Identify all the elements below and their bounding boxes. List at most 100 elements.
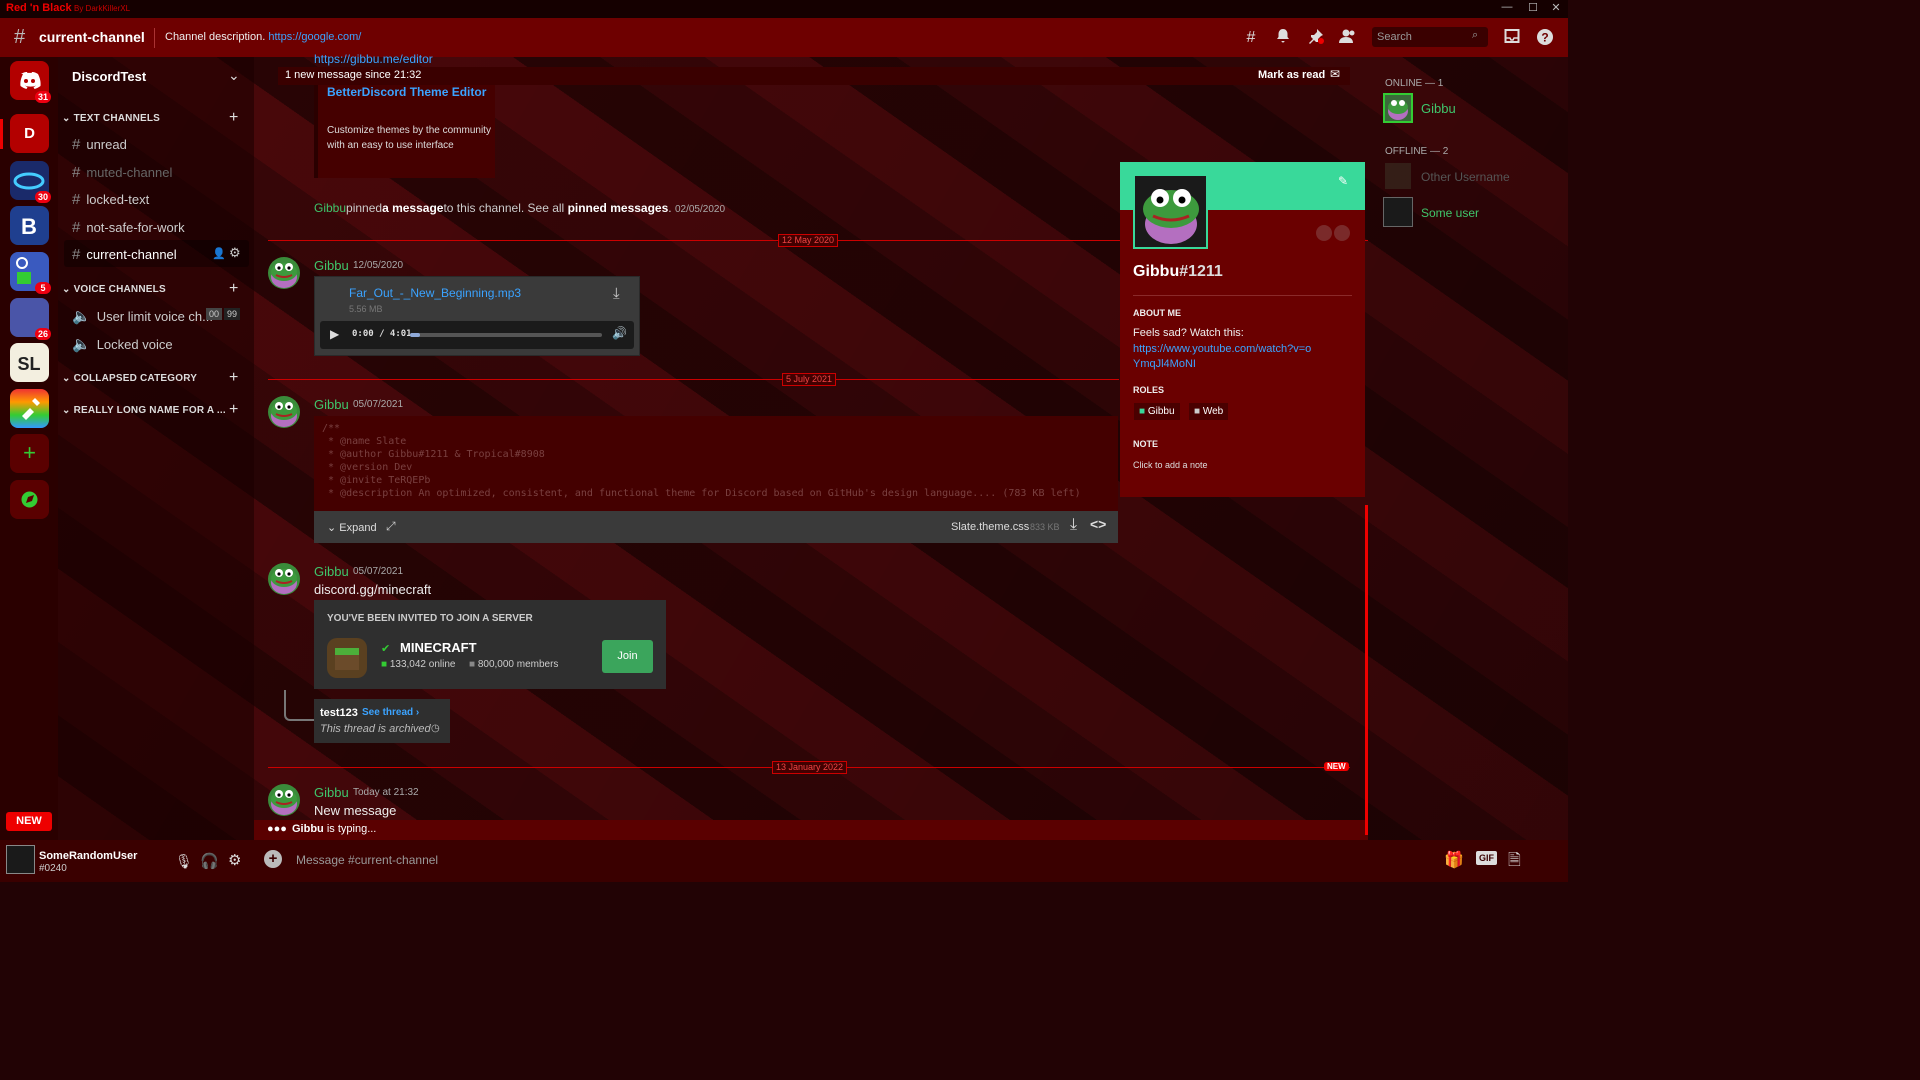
add-channel-icon[interactable]: +: [229, 109, 238, 127]
avatar[interactable]: [268, 784, 300, 816]
member-avatar[interactable]: [1383, 93, 1413, 123]
member-list-icon[interactable]: [1338, 28, 1358, 48]
home-button[interactable]: 31: [10, 61, 51, 103]
inbox-icon[interactable]: [1502, 28, 1522, 48]
invite-icon[interactable]: 👤: [212, 247, 226, 260]
server-gradient[interactable]: 30: [10, 161, 51, 203]
server-bd[interactable]: B: [10, 206, 49, 245]
channel-current[interactable]: # current-channel: [72, 246, 177, 263]
threads-icon[interactable]: #: [1241, 28, 1261, 48]
category-text-channels[interactable]: ⌄ TEXT CHANNELS: [62, 113, 160, 124]
avatar[interactable]: [268, 257, 300, 289]
avatar[interactable]: [268, 563, 300, 595]
category-voice-channels[interactable]: ⌄ VOICE CHANNELS: [62, 284, 166, 295]
gear-icon[interactable]: ⚙: [229, 245, 241, 261]
channel-muted[interactable]: # muted-channel: [72, 164, 172, 181]
channel-header: # current-channel Channel description. h…: [0, 18, 1568, 57]
channel-nsfw[interactable]: # not-safe-for-work: [72, 219, 185, 236]
category-collapsed[interactable]: ⌄ COLLAPSED CATEGORY: [62, 373, 197, 384]
expand-button[interactable]: ⌄ Expand: [327, 521, 377, 534]
volume-icon[interactable]: 🔊: [612, 326, 627, 340]
voice-channel-limit[interactable]: 🔈 User limit voice ch...: [72, 307, 213, 325]
mark-as-read-button[interactable]: Mark as read: [1258, 69, 1325, 81]
sticker-icon[interactable]: 🗎: [1508, 849, 1521, 876]
app-title: Red 'n Black: [6, 2, 72, 14]
user-avatar[interactable]: [6, 845, 35, 874]
search-input[interactable]: Search ⌕: [1372, 27, 1488, 47]
add-attachment-icon[interactable]: +: [264, 850, 282, 868]
message-username[interactable]: Gibbu: [314, 564, 349, 579]
code-view-icon[interactable]: <>: [1090, 516, 1106, 532]
pin-message-link[interactable]: a message: [382, 201, 443, 215]
help-icon[interactable]: ?: [1535, 28, 1555, 48]
about-me-link[interactable]: https://www.youtube.com/watch?v=oYmqJl4M…: [1133, 342, 1313, 372]
headphones-icon[interactable]: 🎧: [200, 852, 219, 870]
server-plugin[interactable]: [10, 389, 49, 428]
new-unreads-button[interactable]: NEW: [6, 812, 52, 831]
channel-unread[interactable]: # unread: [72, 136, 127, 153]
server-robot[interactable]: 5: [10, 252, 51, 294]
message-timestamp: 05/07/2021: [353, 566, 404, 577]
embed-link[interactable]: https://gibbu.me/editor: [314, 52, 433, 66]
description-link[interactable]: https://google.com/: [268, 31, 361, 43]
add-channel-icon[interactable]: +: [229, 280, 238, 298]
explore-servers-icon[interactable]: [10, 480, 49, 519]
embed-title[interactable]: BetterDiscord Theme Editor: [327, 85, 486, 99]
add-server-icon[interactable]: +: [10, 434, 49, 473]
message-username[interactable]: Gibbu: [314, 397, 349, 412]
members-dot-icon: ■: [469, 659, 476, 670]
server-blue[interactable]: 26: [10, 298, 51, 340]
typing-suffix: is typing...: [323, 823, 377, 835]
server-sl[interactable]: SL: [10, 343, 49, 382]
expand-label: Expand: [339, 522, 377, 534]
fullscreen-icon[interactable]: ⤢: [386, 519, 396, 534]
audio-player: ▶ 0:00 / 4:01 🔊: [320, 321, 634, 349]
role-pill[interactable]: ■ Web: [1189, 403, 1229, 420]
invite-server-icon: [327, 638, 367, 678]
thread-card[interactable]: test123 See thread › This thread is arch…: [314, 699, 450, 743]
server-name[interactable]: DiscordTest: [72, 69, 146, 84]
audio-filename[interactable]: Far_Out_-_New_Beginning.mp3: [349, 286, 521, 300]
member-avatar[interactable]: [1385, 163, 1411, 189]
new-messages-bar[interactable]: 1 new message since 21:32 Mark as read ✉: [278, 67, 1350, 85]
audio-progress-track[interactable]: [410, 333, 602, 337]
message-username[interactable]: Gibbu: [314, 785, 349, 800]
member-name[interactable]: Other Username: [1421, 170, 1510, 184]
profile-avatar[interactable]: [1133, 174, 1208, 249]
member-avatar[interactable]: [1383, 197, 1413, 227]
edit-pencil-icon[interactable]: ✎: [1338, 174, 1348, 188]
pinned-messages-link[interactable]: pinned messages: [568, 201, 669, 215]
maximize-button[interactable]: ☐: [1523, 1, 1543, 14]
avatar[interactable]: [268, 396, 300, 428]
gift-icon[interactable]: 🎁: [1444, 850, 1464, 870]
message-input[interactable]: Message #current-channel: [296, 853, 438, 867]
member-name[interactable]: Gibbu: [1421, 101, 1456, 116]
add-channel-icon[interactable]: +: [229, 401, 238, 419]
gif-button[interactable]: GIF: [1476, 851, 1497, 865]
voice-channel-locked[interactable]: 🔈 Locked voice: [72, 335, 173, 353]
join-button[interactable]: Join: [602, 640, 653, 673]
bell-icon[interactable]: [1273, 28, 1293, 48]
see-thread-link[interactable]: See thread ›: [362, 707, 419, 718]
member-name[interactable]: Some user: [1421, 206, 1479, 220]
microphone-icon[interactable]: 🎙: [175, 853, 193, 870]
pin-username[interactable]: Gibbu: [314, 201, 346, 215]
download-icon[interactable]: ⤓: [1070, 516, 1077, 534]
settings-gear-icon[interactable]: ⚙: [228, 851, 241, 869]
message-username[interactable]: Gibbu: [314, 258, 349, 273]
profile-tag: #1211: [1179, 263, 1223, 280]
chevron-down-icon[interactable]: ⌄: [228, 67, 240, 84]
scrollbar-thumb[interactable]: [1365, 505, 1368, 835]
add-channel-icon[interactable]: +: [229, 369, 238, 387]
category-long-name[interactable]: ⌄ REALLY LONG NAME FOR A ...: [62, 405, 226, 416]
server-d[interactable]: D: [10, 114, 49, 153]
note-input[interactable]: Click to add a note: [1133, 460, 1208, 470]
close-button[interactable]: ✕: [1546, 1, 1566, 14]
role-pill[interactable]: ■ Gibbu: [1134, 403, 1180, 420]
minimize-button[interactable]: —: [1497, 1, 1517, 13]
pin-icon[interactable]: [1306, 28, 1326, 48]
code-line: * @invite TeRQEPb: [322, 475, 431, 486]
download-icon[interactable]: ⤓: [613, 285, 620, 302]
channel-locked[interactable]: # locked-text: [72, 191, 149, 208]
play-icon[interactable]: ▶: [330, 327, 339, 341]
